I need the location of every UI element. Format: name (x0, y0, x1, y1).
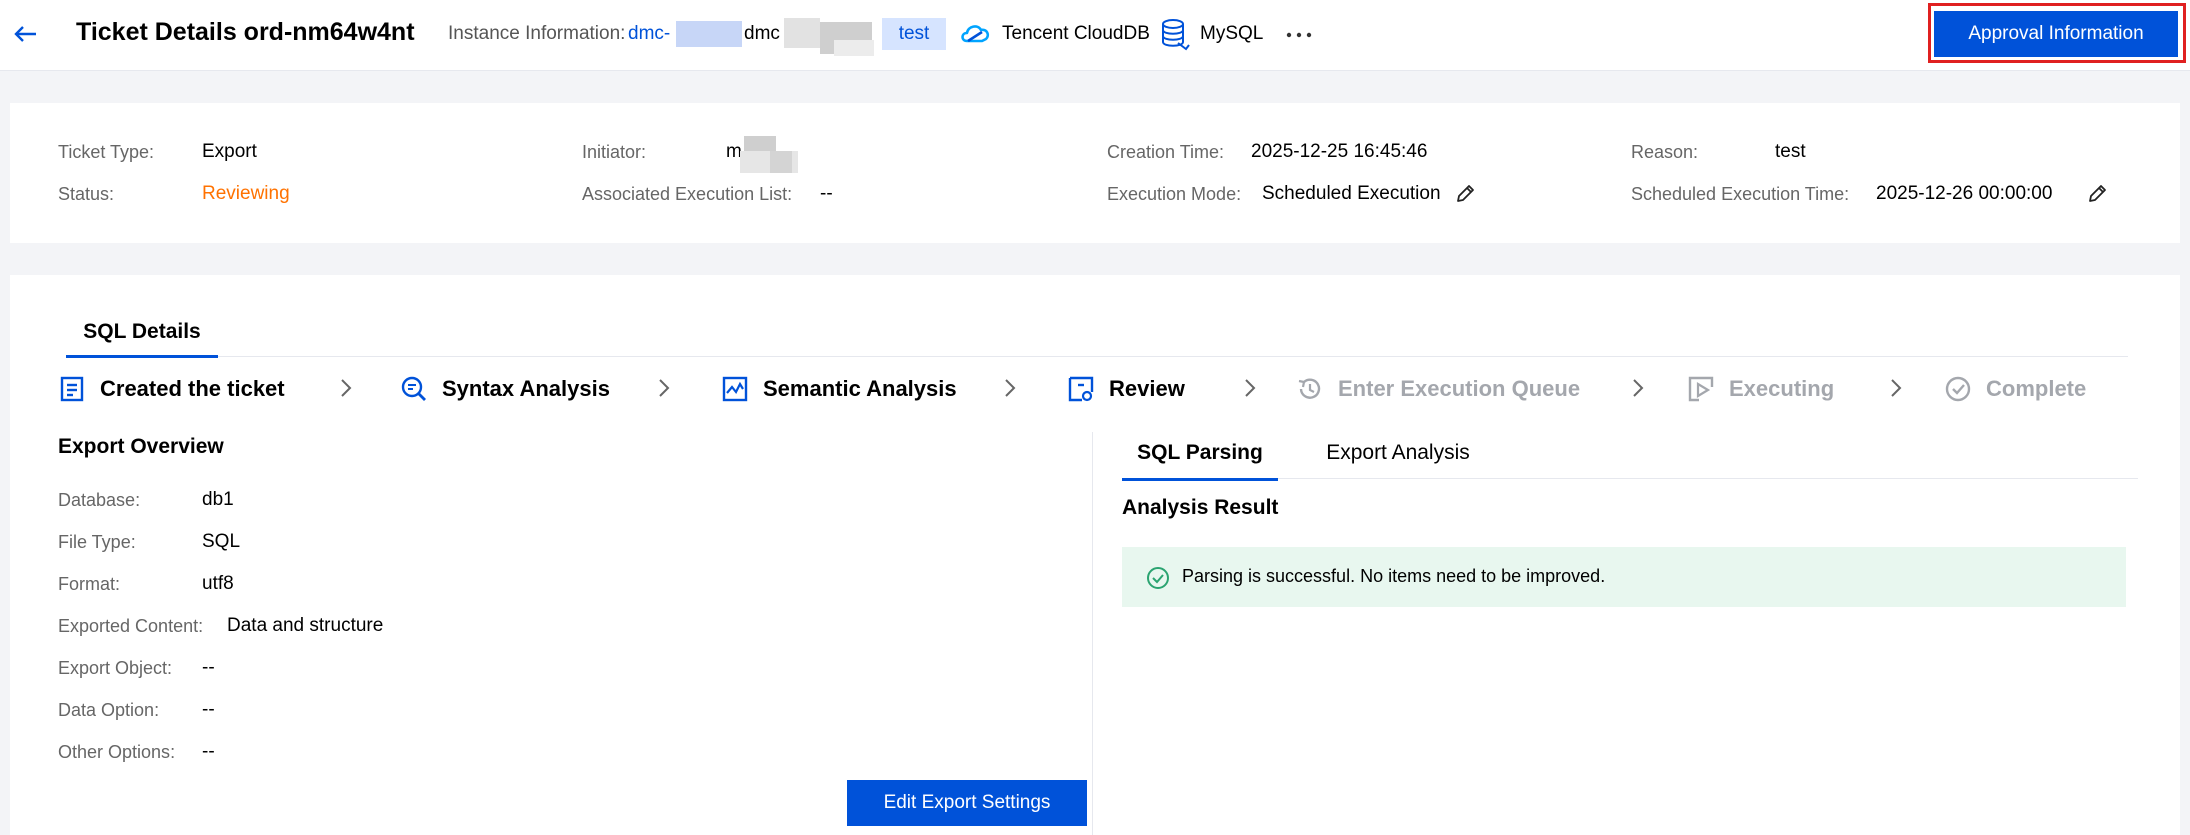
instance-name: dmc (744, 23, 780, 44)
chevron-right-icon (1633, 379, 1644, 397)
status-label: Status: (58, 184, 115, 204)
top-bar: Ticket Details ord-nm64w4nt Instance Inf… (0, 0, 2190, 71)
redacted-instance-name-3 (834, 40, 874, 56)
exported-content-value: Data and structure (227, 615, 384, 636)
ticket-icon (60, 376, 84, 402)
chevron-right-icon (1245, 379, 1256, 397)
chevron-right-icon (1005, 379, 1016, 397)
syntax-search-icon (401, 376, 426, 401)
success-message: Parsing is successful. No items need to … (1182, 566, 1606, 586)
data-option-value: -- (202, 699, 215, 720)
analysis-result-title: Analysis Result (1122, 496, 1279, 519)
step-label: Review (1109, 376, 1185, 401)
sql-details-card: SQL Details Created the ticket Syntax An… (10, 275, 2180, 835)
semantic-analysis-icon (722, 376, 748, 402)
file-type-value: SQL (202, 531, 241, 552)
approval-information-button[interactable]: Approval Information (1934, 11, 2178, 57)
scheduled-time-label: Scheduled Execution Time: (1631, 184, 1850, 204)
back-arrow-icon[interactable] (10, 18, 42, 50)
database-value: db1 (202, 489, 234, 510)
creation-time-label: Creation Time: (1107, 142, 1225, 162)
success-check-icon (1147, 567, 1169, 589)
review-icon (1068, 376, 1094, 402)
step-label: Executing (1729, 376, 1835, 401)
history-clock-icon (1298, 378, 1321, 399)
file-type-label: File Type: (58, 532, 136, 552)
ticket-type-label: Ticket Type: (58, 142, 155, 162)
initiator-label: Initiator: (582, 142, 647, 162)
step-label: Semantic Analysis (763, 376, 957, 401)
creation-time-value: 2025-12-25 16:45:46 (1251, 141, 1428, 162)
format-label: Format: (58, 574, 121, 594)
other-options-value: -- (202, 741, 215, 762)
tab-sql-parsing[interactable]: SQL Parsing (1122, 441, 1278, 481)
more-icon[interactable] (1283, 22, 1315, 48)
reason-value: test (1775, 141, 1806, 162)
tencent-cloud-icon (961, 25, 990, 43)
step-label: Syntax Analysis (442, 376, 610, 401)
ticket-type-value: Export (202, 141, 257, 162)
check-circle-icon (1945, 376, 1971, 402)
step-label: Complete (1986, 376, 2087, 401)
edit-scheduled-time-icon[interactable] (2086, 183, 2108, 205)
export-object-value: -- (202, 657, 215, 678)
executing-icon (1688, 376, 1714, 402)
format-value: utf8 (202, 573, 234, 594)
edit-export-settings-button[interactable]: Edit Export Settings (847, 780, 1087, 826)
execution-mode-label: Execution Mode: (1107, 184, 1242, 204)
export-overview-title: Export Overview (58, 435, 224, 458)
exported-content-label: Exported Content: (58, 616, 204, 636)
success-alert: Parsing is successful. No items need to … (1122, 547, 2126, 607)
tab-divider (218, 356, 2128, 357)
database-label: Database: (58, 490, 141, 510)
reason-label: Reason: (1631, 142, 1699, 162)
redacted-initiator-3 (770, 151, 792, 173)
db-type-label: MySQL (1200, 23, 1264, 44)
cloud-label: Tencent CloudDB (1002, 23, 1150, 44)
assoc-exec-list-value: -- (820, 183, 833, 204)
step-label: Enter Execution Queue (1338, 376, 1581, 401)
status-badge: Reviewing (202, 183, 290, 204)
tab-export-analysis[interactable]: Export Analysis (1310, 441, 1486, 481)
ticket-info-card: Ticket Type: Export Status: Reviewing In… (10, 103, 2180, 243)
other-options-label: Other Options: (58, 742, 176, 762)
chevron-right-icon (659, 379, 670, 397)
data-option-label: Data Option: (58, 700, 160, 720)
step-label: Created the ticket (100, 376, 285, 401)
chevron-right-icon (341, 379, 352, 397)
env-tag: test (882, 18, 946, 50)
instance-info-label: Instance Information: (448, 23, 626, 44)
assoc-exec-list-label: Associated Execution List: (582, 184, 793, 204)
vertical-divider (1092, 432, 1093, 835)
analysis-tab-divider (1278, 478, 2138, 479)
mysql-icon (1162, 19, 1190, 51)
page-title: Ticket Details ord-nm64w4nt (76, 18, 415, 46)
export-object-label: Export Object: (58, 658, 173, 678)
execution-mode-value: Scheduled Execution (1262, 183, 1441, 204)
redacted-instance-id (676, 21, 742, 47)
edit-execution-mode-icon[interactable] (1454, 183, 1476, 205)
instance-id-link[interactable]: dmc- (628, 23, 670, 45)
scheduled-time-value: 2025-12-26 00:00:00 (1876, 183, 2053, 204)
chevron-right-icon (1891, 379, 1902, 397)
redacted-instance-name (784, 18, 820, 48)
tab-sql-details[interactable]: SQL Details (66, 320, 218, 358)
